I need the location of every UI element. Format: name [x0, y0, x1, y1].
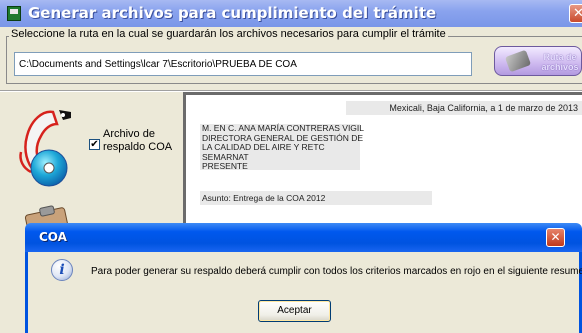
document-subject: Asunto: Entrega de la COA 2012 [200, 191, 432, 205]
message-dialog: i Para poder generar su respaldo deberá … [25, 252, 582, 333]
dialog-title: COA [39, 230, 67, 244]
document-addressee: M. EN C. ANA MARÍA CONTRERAS VIGIL DIREC… [200, 123, 364, 171]
document-date-line: Mexicali, Baja California, a 1 de marzo … [346, 101, 582, 115]
main-window: Generar archivos para cumplimiento del t… [0, 0, 582, 333]
respaldo-coa-checkbox[interactable]: ✔ [89, 139, 100, 150]
info-icon: i [51, 259, 73, 281]
ruta-archivos-button-label: Ruta de archivos [541, 52, 579, 72]
route-path-input[interactable]: C:\Documents and Settings\lcar 7\Escrito… [14, 52, 472, 76]
address-line: PRESENTE [202, 161, 248, 171]
accept-button[interactable]: Aceptar [258, 300, 331, 322]
app-icon [7, 6, 21, 21]
ruta-archivos-button[interactable]: Ruta de archivos [494, 46, 582, 76]
parrot-cd-icon [19, 110, 71, 187]
window-close-button[interactable]: ✕ [569, 4, 582, 23]
folder-shortcut-icon [504, 49, 532, 73]
window-title: Generar archivos para cumplimiento del t… [28, 4, 437, 22]
window-titlebar[interactable]: Generar archivos para cumplimiento del t… [0, 0, 582, 27]
route-groupbox-legend: Seleccione la ruta en la cual se guardar… [9, 28, 448, 40]
dialog-titlebar[interactable]: COA ✕ [25, 223, 582, 252]
dialog-message: Para poder generar su respaldo deberá cu… [91, 266, 582, 277]
respaldo-coa-label: Archivo de respaldo COA [103, 128, 173, 153]
dialog-close-button[interactable]: ✕ [546, 228, 565, 247]
